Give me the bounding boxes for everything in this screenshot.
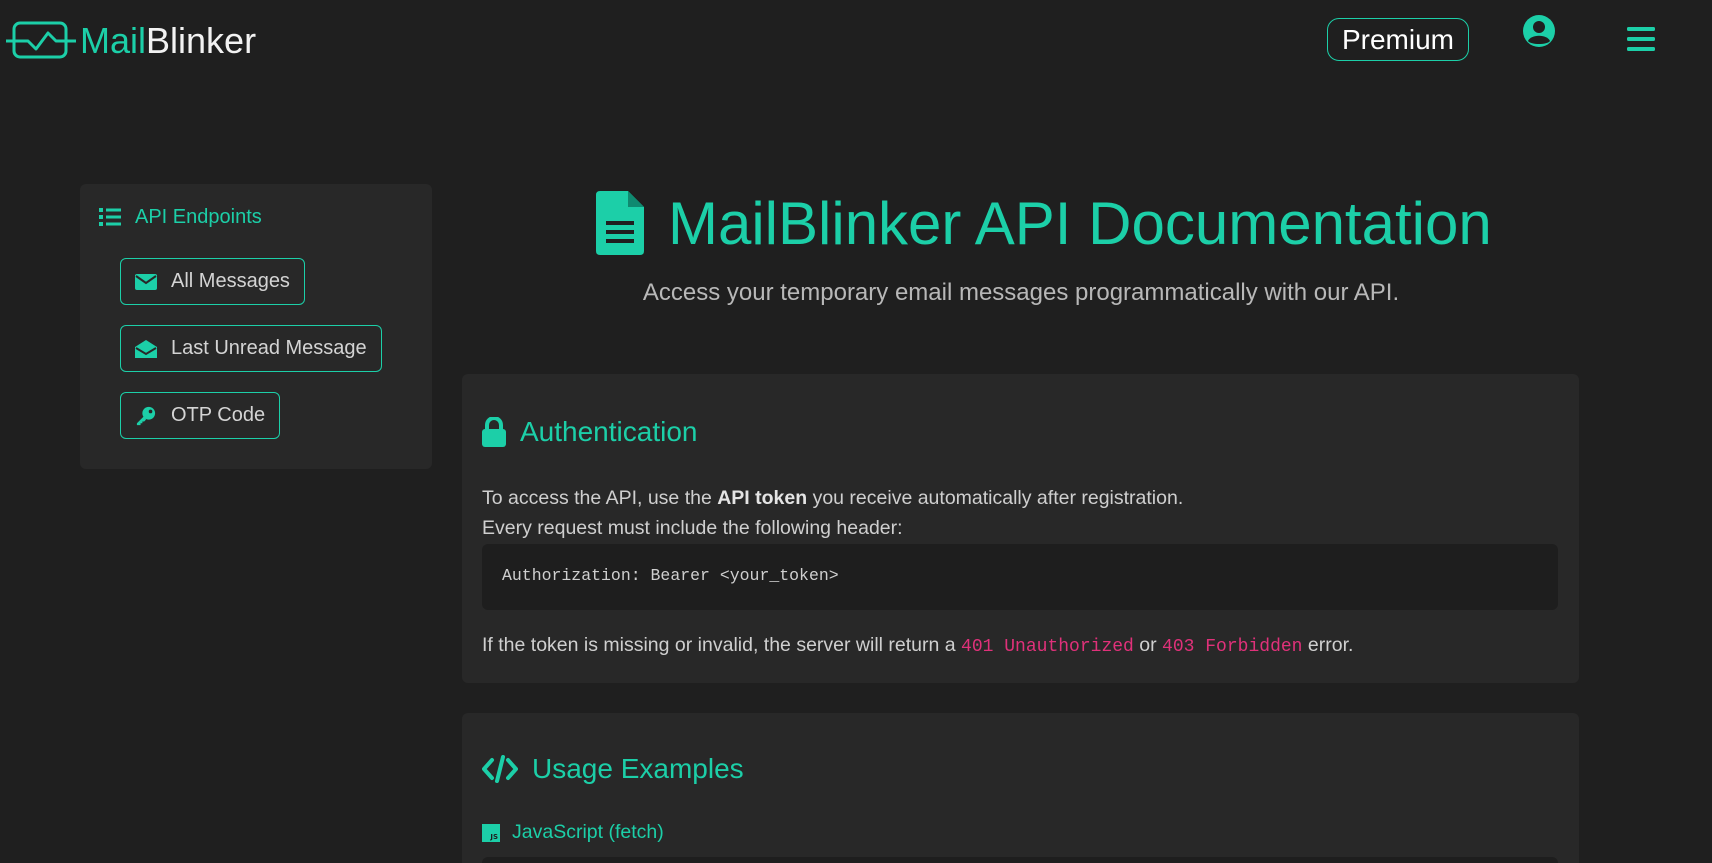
envelope-logo-icon [6, 21, 76, 59]
sidebar-item-label: All Messages [171, 270, 290, 292]
authentication-card: Authentication To access the API, use th… [462, 374, 1579, 683]
sidebar-item-label: Last Unread Message [171, 337, 367, 359]
sidebar-item-otp-code[interactable]: OTP Code [120, 392, 281, 439]
sidebar-title: API Endpoints [99, 202, 262, 232]
document-icon [596, 191, 644, 255]
hamburger-menu-icon[interactable] [1627, 26, 1655, 52]
logo-text: MailBlinker [80, 20, 257, 61]
usage-examples-heading-text: Usage Examples [532, 753, 744, 784]
logo-link[interactable]: MailBlinker [6, 18, 256, 64]
page-title: MailBlinker API Documentation [668, 189, 1492, 257]
envelope-icon [135, 273, 157, 290]
authentication-heading-text: Authentication [520, 416, 698, 447]
javascript-code-block [482, 857, 1558, 863]
lock-icon [482, 417, 506, 447]
javascript-fetch-text: JavaScript (fetch) [512, 821, 664, 843]
javascript-fetch-label: JS JavaScript (fetch) [482, 821, 664, 844]
sidebar-api-endpoints: API Endpoints All Messages Last Unread M… [80, 184, 432, 469]
javascript-icon: JS [482, 823, 500, 842]
usage-examples-heading: Usage Examples [482, 749, 744, 789]
premium-button[interactable]: Premium [1327, 18, 1469, 61]
auth-paragraph-1: To access the API, use the API token you… [482, 487, 1184, 509]
sidebar-item-all-messages[interactable]: All Messages [120, 258, 305, 305]
code-403: 403 Forbidden [1162, 637, 1303, 657]
sidebar-item-last-unread-message[interactable]: Last Unread Message [120, 325, 382, 372]
authentication-heading: Authentication [482, 412, 697, 452]
page-subtitle: Access your temporary email messages pro… [642, 279, 1400, 306]
user-account-icon[interactable] [1522, 14, 1556, 48]
auth-paragraph-3: If the token is missing or invalid, the … [482, 634, 1354, 657]
auth-paragraph-2: Every request must include the following… [482, 517, 903, 539]
sidebar-item-label: OTP Code [171, 404, 266, 426]
list-icon [99, 208, 121, 226]
envelope-open-icon [135, 339, 157, 358]
code-icon [482, 755, 518, 783]
auth-header-code-block: Authorization: Bearer <your_token> [482, 544, 1558, 610]
page-heading: MailBlinker API Documentation [596, 188, 1492, 258]
top-header: MailBlinker Premium [0, 0, 1712, 84]
usage-examples-card: Usage Examples JS JavaScript (fetch) [462, 713, 1579, 863]
sidebar-title-label: API Endpoints [135, 205, 262, 228]
key-icon [136, 406, 156, 425]
code-401: 401 Unauthorized [961, 637, 1134, 657]
